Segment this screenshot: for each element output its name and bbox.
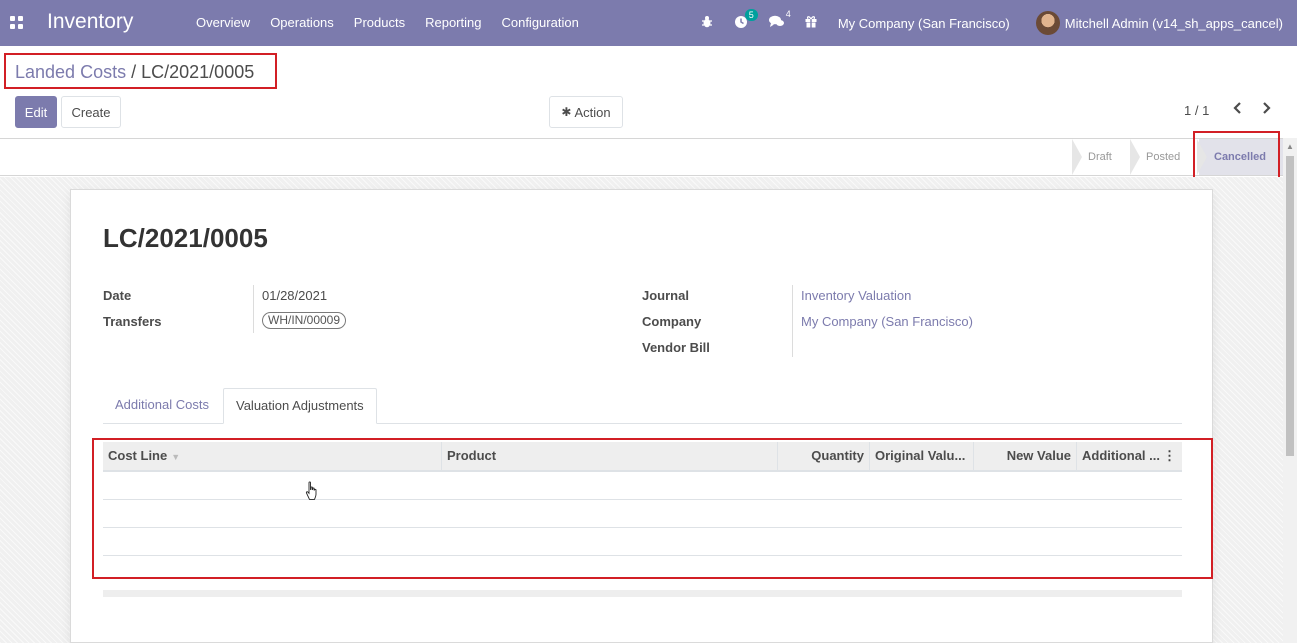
pager-value[interactable]: 1 / 1	[1184, 103, 1209, 118]
action-button[interactable]: ✱ Action	[549, 96, 623, 128]
tab-valuation-adjustments[interactable]: Valuation Adjustments	[223, 388, 377, 424]
hand-cursor-icon	[304, 481, 320, 501]
journal-label: Journal	[642, 288, 689, 303]
transfers-label: Transfers	[103, 314, 162, 329]
menu-configuration[interactable]: Configuration	[491, 0, 588, 46]
vendor-bill-label: Vendor Bill	[642, 340, 710, 355]
apps-menu-icon[interactable]	[10, 16, 23, 29]
app-name[interactable]: Inventory	[47, 10, 133, 34]
journal-value[interactable]: Inventory Valuation	[801, 288, 911, 303]
transfer-tag[interactable]: WH/IN/00009	[262, 312, 347, 329]
user-avatar[interactable]	[1035, 11, 1060, 35]
highlight-table	[92, 438, 1213, 579]
chevron-right-icon[interactable]	[1261, 101, 1271, 118]
date-value: 01/28/2021	[262, 288, 328, 303]
menu-overview[interactable]: Overview	[186, 0, 260, 46]
edit-button[interactable]: Edit	[15, 96, 57, 128]
chevron-left-icon[interactable]	[1233, 101, 1243, 118]
bug-icon[interactable]	[701, 15, 713, 31]
table-footer	[103, 590, 1182, 597]
menu-products[interactable]: Products	[344, 0, 415, 46]
user-menu[interactable]: Mitchell Admin (v14_sh_apps_cancel)	[1065, 16, 1283, 31]
create-button[interactable]: Create	[61, 96, 121, 128]
activity-clock-icon[interactable]: 5	[734, 8, 758, 32]
vertical-scrollbar[interactable]: ▲	[1283, 138, 1297, 643]
menu-operations[interactable]: Operations	[260, 0, 344, 46]
highlight-breadcrumb	[4, 53, 277, 89]
main-menu: Overview Operations Products Reporting C…	[186, 0, 589, 46]
scroll-up-icon[interactable]: ▲	[1286, 142, 1294, 151]
menu-reporting[interactable]: Reporting	[415, 0, 491, 46]
tab-additional-costs[interactable]: Additional Costs	[103, 388, 221, 424]
company-label: Company	[642, 314, 702, 329]
activity-count-badge: 5	[744, 8, 758, 21]
scrollbar-thumb[interactable]	[1286, 156, 1294, 456]
systray: 5 4 My Company (San Francisco) Mitchell …	[701, 0, 1297, 46]
date-label: Date	[103, 288, 132, 303]
company-switcher[interactable]: My Company (San Francisco)	[838, 16, 1010, 31]
stage-draft[interactable]: Draft	[1072, 139, 1126, 175]
stage-posted[interactable]: Posted	[1130, 139, 1196, 175]
divider	[253, 285, 254, 333]
notebook-tabs: Additional Costs Valuation Adjustments	[103, 388, 1182, 424]
messages-count-badge: 4	[785, 9, 791, 19]
record-title: LC/2021/0005	[103, 223, 268, 253]
company-value[interactable]: My Company (San Francisco)	[801, 314, 973, 329]
gear-icon: ✱	[561, 105, 572, 119]
statusbar: Draft Posted Cancelled	[0, 138, 1283, 176]
messages-icon[interactable]: 4	[768, 9, 791, 31]
gift-icon[interactable]	[805, 15, 817, 31]
highlight-status	[1193, 131, 1280, 182]
top-navbar: Inventory Overview Operations Products R…	[0, 0, 1297, 46]
action-button-label: Action	[574, 104, 611, 120]
divider	[792, 285, 793, 357]
